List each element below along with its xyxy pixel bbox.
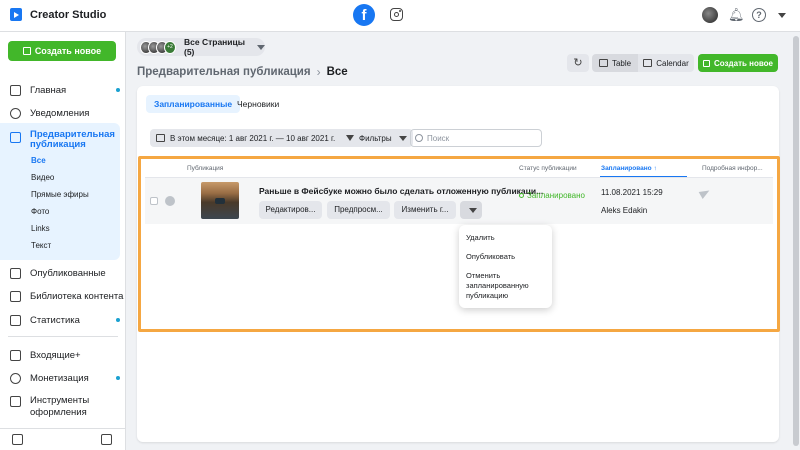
- view-calendar-button[interactable]: Calendar: [638, 54, 694, 72]
- refresh-icon: ↻: [573, 57, 583, 69]
- sidebar-item-label: Главная: [30, 84, 67, 96]
- create-new-button-header[interactable]: Создать новое: [698, 54, 778, 72]
- page-title: Все: [326, 66, 348, 78]
- top-bar: Creator Studio f 🔔︎ ?: [0, 0, 800, 32]
- library-icon: [10, 290, 21, 302]
- sidebar: Создать новое Главная Уведомления Предва…: [0, 32, 126, 450]
- sidebar-item-label: Статистика: [30, 314, 80, 326]
- sidebar-item-label: Входящие+: [30, 349, 81, 361]
- filter-icon: [346, 135, 354, 141]
- chart-icon: [10, 314, 21, 326]
- sidebar-subitem-links[interactable]: Links: [31, 224, 50, 233]
- sidebar-item-home[interactable]: Главная: [0, 80, 126, 100]
- create-new-button[interactable]: Создать новое: [8, 41, 116, 61]
- profile-avatar[interactable]: [702, 7, 718, 23]
- sidebar-item-creative-tools[interactable]: Инструменты оформления: [0, 391, 126, 421]
- apps-grid-icon[interactable]: [101, 434, 112, 445]
- edit-icon: [22, 47, 31, 55]
- sidebar-item-label: Инструменты оформления: [30, 395, 90, 418]
- account-menu-caret-icon[interactable]: [778, 12, 786, 18]
- tools-icon: [10, 396, 21, 407]
- sidebar-item-published[interactable]: Опубликованные: [0, 263, 126, 283]
- sidebar-item-content-library[interactable]: Библиотека контента: [0, 286, 126, 306]
- sidebar-item-label: Уведомления: [30, 107, 90, 119]
- top-right-controls: 🔔︎ ?: [702, 7, 786, 23]
- sidebar-subitem-live[interactable]: Прямые эфиры: [31, 190, 89, 199]
- calendar-icon: [156, 134, 165, 142]
- refresh-button[interactable]: ↻: [567, 54, 589, 72]
- brand[interactable]: Creator Studio: [10, 8, 106, 21]
- published-icon: [10, 267, 21, 279]
- sidebar-item-insights[interactable]: Статистика: [0, 310, 126, 330]
- tab-scheduled[interactable]: Запланированные: [146, 95, 241, 113]
- sidebar-footer: [0, 428, 126, 450]
- app-title: Creator Studio: [30, 8, 107, 21]
- sidebar-item-monetization[interactable]: Монетизация: [0, 368, 126, 388]
- sidebar-item-scheduled[interactable]: Предварительная публикация: [0, 126, 126, 156]
- bell-icon: [10, 107, 21, 119]
- sidebar-item-label: Предварительная публикация: [30, 129, 115, 150]
- page-count-badge: +2: [164, 40, 176, 54]
- pages-label: Все Страницы (5): [184, 37, 246, 57]
- notification-dot: [116, 88, 120, 92]
- sidebar-item-notifications[interactable]: Уведомления: [0, 103, 126, 123]
- sidebar-item-inbox[interactable]: Входящие+: [0, 345, 126, 365]
- inbox-icon: [10, 349, 21, 361]
- search-icon: [415, 134, 423, 142]
- sidebar-item-label: Библиотека контента: [30, 290, 124, 302]
- home-icon: [10, 84, 21, 96]
- help-icon[interactable]: ?: [752, 8, 766, 22]
- sidebar-subitem-text[interactable]: Текст: [31, 241, 51, 250]
- sidebar-subitem-video[interactable]: Видео: [31, 173, 54, 182]
- page-switcher[interactable]: +2 Все Страницы (5): [137, 37, 266, 57]
- search-input[interactable]: [427, 133, 537, 143]
- scrollbar-thumb[interactable]: [793, 36, 799, 446]
- sidebar-divider: [8, 336, 118, 337]
- notification-dot: [116, 318, 120, 322]
- tab-drafts[interactable]: Черновики: [237, 95, 279, 113]
- date-range-filter[interactable]: В этом месяце: 1 авг 2021 г. — 10 авг 20…: [150, 129, 357, 147]
- breadcrumb-parent[interactable]: Предварительная публикация: [137, 66, 311, 78]
- bell-icon[interactable]: 🔔︎: [728, 7, 745, 23]
- table-icon: [598, 59, 608, 67]
- breadcrumb: Предварительная публикация › Все: [137, 65, 348, 79]
- search-box: [410, 129, 542, 147]
- document-icon: [10, 132, 21, 143]
- notification-dot: [116, 376, 120, 380]
- chevron-down-icon: [398, 135, 407, 141]
- edit-icon: [703, 59, 710, 67]
- sidebar-subitem-all[interactable]: Все: [31, 156, 46, 165]
- chevron-right-icon: ›: [316, 65, 321, 79]
- dollar-icon: [10, 372, 21, 384]
- view-table-button[interactable]: Table: [592, 54, 638, 72]
- facebook-icon[interactable]: f: [353, 4, 375, 26]
- calendar-icon: [643, 59, 653, 67]
- sidebar-subitem-photo[interactable]: Фото: [31, 207, 49, 216]
- highlight-frame: [138, 156, 780, 332]
- creator-studio-logo-icon: [10, 8, 22, 21]
- sidebar-item-label: Опубликованные: [30, 267, 106, 279]
- instagram-icon[interactable]: [390, 8, 403, 21]
- chevron-down-icon: [257, 44, 266, 50]
- collapse-sidebar-icon[interactable]: [12, 434, 23, 445]
- filters-button[interactable]: Фильтры: [340, 129, 413, 147]
- sidebar-item-label: Монетизация: [30, 372, 89, 384]
